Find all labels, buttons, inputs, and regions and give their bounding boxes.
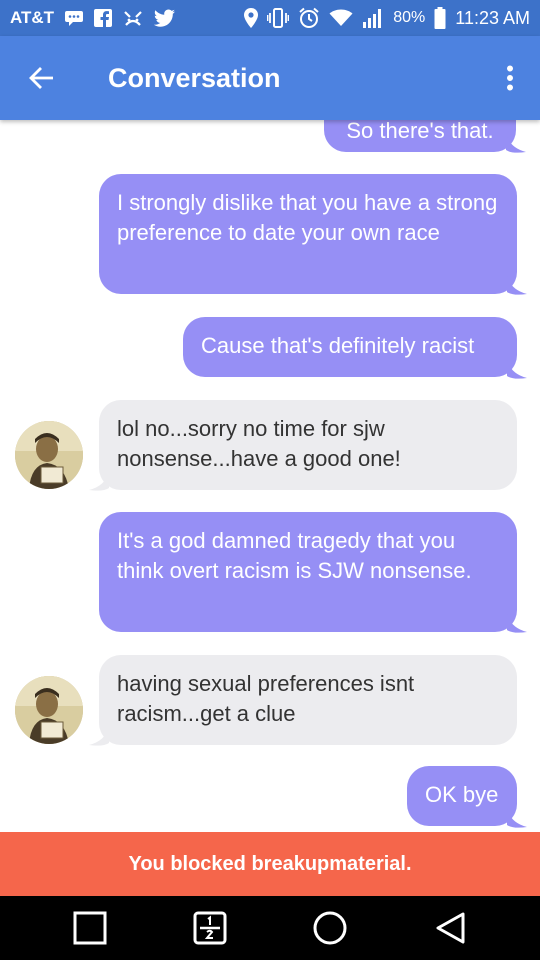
avatar-photo — [15, 676, 83, 744]
message-text: lol no...sorry no time for sjw nonsense.… — [117, 416, 401, 471]
dual-window-button[interactable] — [180, 898, 240, 958]
dual-window-icon — [193, 911, 227, 945]
home-button[interactable] — [300, 898, 360, 958]
message-bubble-outgoing[interactable]: So there's that. — [324, 120, 516, 152]
message-text: having sexual preferences isnt racism...… — [117, 671, 415, 726]
status-right: 80% 11:23 AM — [244, 7, 530, 29]
back-arrow-button[interactable] — [0, 36, 84, 120]
app-bar: Conversation — [0, 36, 540, 120]
wifi-icon — [329, 9, 353, 27]
battery-percent: 80% — [393, 9, 426, 26]
vibrate-icon — [267, 8, 290, 28]
status-left: AT&T — [10, 8, 176, 28]
overflow-menu-button[interactable] — [480, 36, 540, 120]
status-bar: AT&T 80% 11:23 AM — [0, 0, 540, 36]
message-bubble-incoming[interactable]: lol no...sorry no time for sjw nonsense.… — [99, 400, 517, 490]
battery-icon — [434, 7, 446, 29]
arrow-left-icon — [29, 67, 53, 89]
message-bubble-incoming[interactable]: having sexual preferences isnt racism...… — [99, 655, 517, 745]
square-icon — [73, 911, 107, 945]
message-bubble-outgoing[interactable]: It's a god damned tragedy that you think… — [99, 512, 517, 632]
contact-avatar[interactable] — [15, 676, 83, 744]
message-text: I strongly dislike that you have a stron… — [117, 190, 498, 245]
more-vertical-icon — [507, 65, 513, 91]
message-text: OK bye — [425, 782, 499, 807]
page-title: Conversation — [108, 62, 281, 93]
bubble-tail — [507, 360, 527, 379]
message-text: Cause that's definitely racist — [201, 333, 475, 358]
alarm-icon — [298, 7, 320, 29]
blocked-banner-text: You blocked breakupmaterial. — [128, 852, 412, 875]
message-text: It's a god damned tragedy that you think… — [117, 528, 472, 583]
facebook-icon — [94, 9, 113, 27]
bubble-tail — [507, 614, 527, 633]
bubble-tail — [506, 134, 526, 153]
signal-icon — [362, 8, 384, 28]
message-icon — [64, 9, 84, 27]
message-bubble-outgoing[interactable]: Cause that's definitely racist — [183, 317, 517, 377]
location-icon — [244, 8, 259, 28]
clock: 11:23 AM — [455, 7, 530, 28]
notification-icon — [122, 9, 144, 27]
message-bubble-outgoing[interactable]: OK bye — [407, 766, 517, 826]
recents-button[interactable] — [60, 898, 120, 958]
system-nav-bar — [0, 896, 540, 960]
bubble-tail — [507, 276, 527, 295]
carrier-label: AT&T — [10, 8, 55, 27]
contact-avatar[interactable] — [15, 421, 83, 489]
message-list[interactable]: So there's that. I strongly dislike that… — [0, 120, 540, 832]
circle-icon — [313, 911, 347, 945]
avatar-photo — [15, 421, 83, 489]
triangle-back-icon — [436, 912, 465, 944]
message-bubble-outgoing[interactable]: I strongly dislike that you have a stron… — [99, 174, 517, 294]
twitter-icon — [154, 9, 176, 27]
back-button[interactable] — [420, 898, 480, 958]
message-text: So there's that. — [346, 120, 494, 143]
blocked-banner: You blocked breakupmaterial. — [0, 832, 540, 896]
bubble-tail — [507, 809, 527, 828]
